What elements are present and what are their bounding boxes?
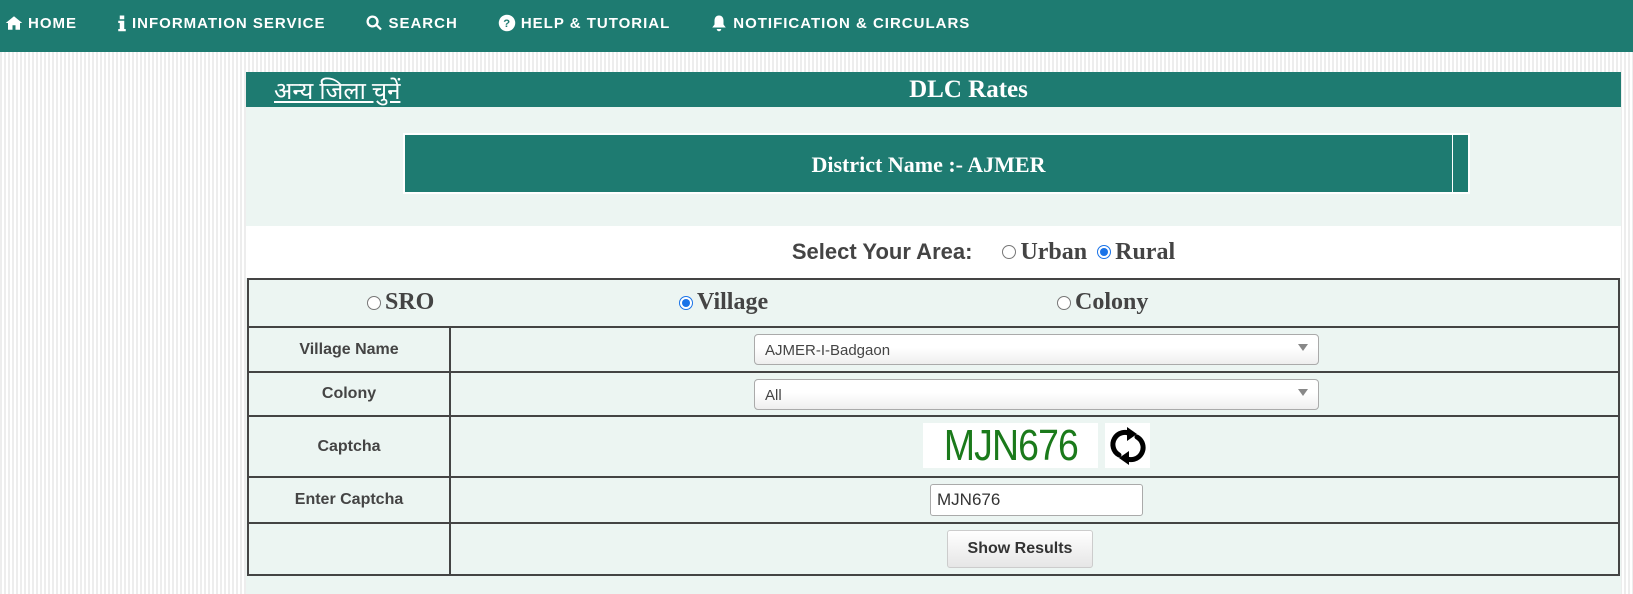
colony-row: Colony All — [247, 371, 1620, 417]
rural-label: Rural — [1115, 238, 1176, 265]
captcha-image: MJN676 — [923, 420, 1098, 470]
village-label: Village — [697, 289, 769, 315]
area-selector: Select Your Area: Urban Rural — [246, 226, 1621, 278]
village-name-value: AJMER-I-Badgaon — [765, 342, 891, 359]
nav-search-label: SEARCH — [388, 14, 458, 32]
enter-captcha-cell — [449, 476, 1620, 524]
bell-icon — [710, 14, 728, 32]
colony-select[interactable]: All — [754, 379, 1319, 410]
dlc-rates-panel: अन्य जिला चुनें DLC Rates District Name … — [246, 72, 1621, 594]
nav-information-service-label: INFORMATION SERVICE — [132, 14, 326, 32]
nav-home-label: HOME — [28, 14, 77, 32]
search-type-options: SRO Village Colony — [249, 281, 1618, 325]
colony-label: Colony — [247, 371, 451, 417]
search-type-row: SRO Village Colony — [247, 278, 1620, 328]
chevron-down-icon — [1298, 344, 1308, 351]
chevron-down-icon — [1298, 389, 1308, 396]
top-navigation: HOME INFORMATION SERVICE SEARCH ? HELP &… — [0, 0, 1633, 52]
dlc-search-form: SRO Village Colony Village Name AJMER-I-… — [247, 278, 1620, 576]
captcha-row: Captcha MJN676 — [247, 415, 1620, 478]
sro-radio[interactable] — [367, 295, 381, 310]
search-type-cell: SRO Village Colony — [247, 278, 1620, 328]
village-name-label: Village Name — [247, 326, 451, 373]
show-results-button[interactable]: Show Results — [947, 530, 1093, 568]
page-title: DLC Rates — [909, 76, 1028, 103]
captcha-text: MJN676 — [943, 420, 1078, 470]
info-icon — [117, 14, 127, 32]
enter-captcha-input[interactable] — [930, 484, 1143, 516]
nav-help-tutorial-label: HELP & TUTORIAL — [520, 14, 671, 32]
village-name-select[interactable]: AJMER-I-Badgaon — [754, 334, 1319, 365]
nav-search[interactable]: SEARCH — [365, 13, 457, 33]
refresh-captcha-button[interactable] — [1105, 423, 1150, 468]
area-option-urban[interactable]: Urban — [1002, 239, 1087, 266]
submit-cell: Show Results — [449, 522, 1620, 576]
urban-label: Urban — [1020, 238, 1088, 265]
area-option-rural[interactable]: Rural — [1097, 239, 1175, 266]
village-radio[interactable] — [679, 295, 693, 310]
search-icon — [365, 14, 383, 32]
enter-captcha-row: Enter Captcha — [247, 476, 1620, 524]
district-name: District Name :- AJMER — [811, 152, 1046, 177]
colony-radio[interactable] — [1057, 295, 1071, 310]
nav-notification-circulars-label: NOTIFICATION & CIRCULARS — [733, 14, 971, 32]
submit-row-empty-label — [247, 522, 451, 576]
captcha-label: Captcha — [247, 415, 451, 478]
question-circle-icon: ? — [498, 14, 516, 32]
search-type-village[interactable]: Village — [679, 289, 768, 316]
village-name-row: Village Name AJMER-I-Badgaon — [247, 326, 1620, 373]
search-type-colony[interactable]: Colony — [1057, 289, 1148, 316]
search-type-sro[interactable]: SRO — [367, 289, 434, 316]
captcha-cell: MJN676 — [449, 415, 1620, 478]
colony-type-label: Colony — [1075, 289, 1149, 315]
nav-information-service[interactable]: INFORMATION SERVICE — [117, 13, 325, 33]
district-banner: District Name :- AJMER — [403, 133, 1470, 194]
area-label: Select Your Area: — [791, 239, 973, 264]
enter-captcha-label: Enter Captcha — [247, 476, 451, 524]
colony-cell: All — [449, 371, 1620, 417]
nav-home[interactable]: HOME — [5, 13, 77, 33]
nav-help-tutorial[interactable]: ? HELP & TUTORIAL — [498, 13, 670, 33]
colony-value: All — [765, 387, 782, 404]
village-name-cell: AJMER-I-Badgaon — [449, 326, 1620, 373]
urban-radio[interactable] — [1002, 245, 1017, 259]
home-icon — [5, 14, 23, 32]
panel-header: अन्य जिला चुनें DLC Rates — [246, 72, 1621, 107]
submit-row: Show Results — [247, 522, 1620, 576]
rural-radio[interactable] — [1097, 245, 1112, 259]
nav-notification-circulars[interactable]: NOTIFICATION & CIRCULARS — [710, 13, 970, 33]
sro-label: SRO — [385, 289, 435, 315]
refresh-icon — [1109, 426, 1146, 465]
district-banner-divider — [1452, 135, 1453, 192]
svg-text:?: ? — [503, 18, 511, 30]
